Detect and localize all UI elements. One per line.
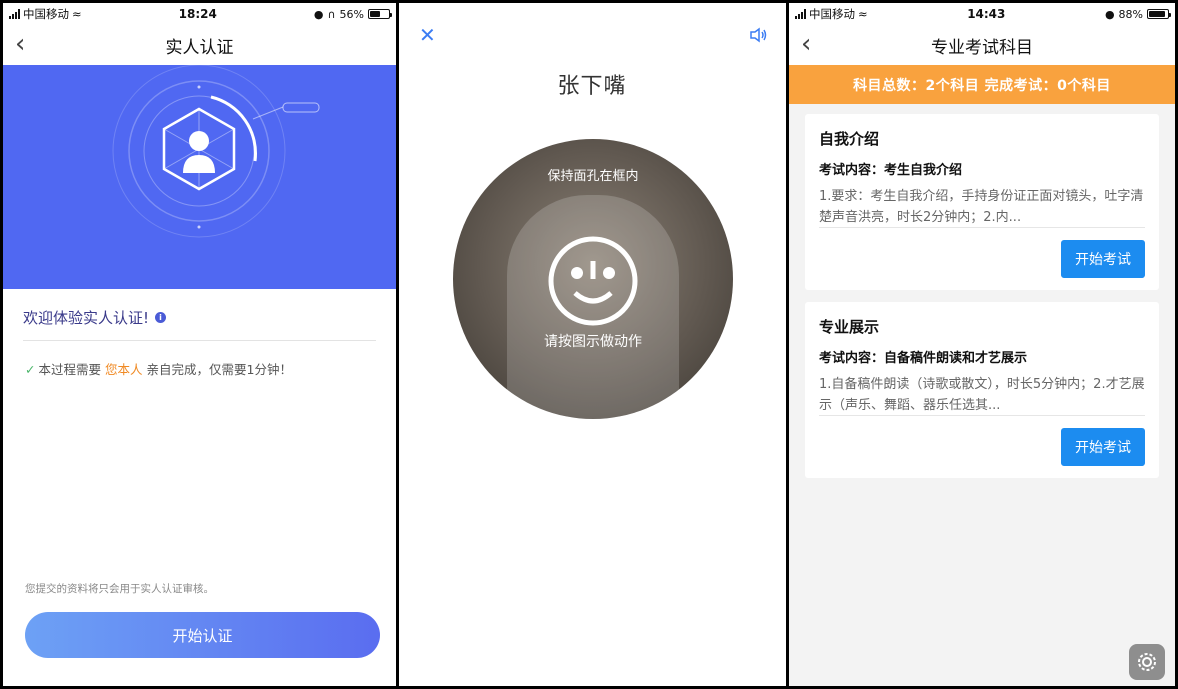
hint-keep-face: 保持面孔在框内 [547,169,639,184]
wifi-icon: ≈ [858,7,868,21]
hero-banner [3,65,396,289]
start-auth-button[interactable]: 开始认证 [25,612,380,658]
battery-percent: 56% [339,7,364,21]
notice-text-pre: 本过程需要 [38,362,101,377]
wifi-icon: ≈ [72,7,82,21]
exam-card-title: 自我介绍 [819,130,880,148]
carrier-label: 中国移动 [23,7,69,21]
settings-gear-icon[interactable] [1129,644,1165,680]
check-icon: ✓ [25,362,36,377]
back-chevron-icon[interactable]: ‹ [15,31,25,57]
exam-card: 自我介绍 考试内容：考生自我介绍 1.要求：考生自我介绍，手持身份证正面对镜头，… [805,114,1159,290]
notice-highlight: 您本人 [104,362,143,377]
signal-icon [9,9,20,19]
privacy-note: 您提交的资料将只会用于实人认证审核。 [25,583,214,595]
back-chevron-icon[interactable]: ‹ [801,31,811,57]
exam-card: 专业展示 考试内容：自备稿件朗读和才艺展示 1.自备稿件朗读（诗歌或散文），时长… [805,302,1159,478]
alarm-icon: ● [313,7,324,21]
close-icon[interactable]: ✕ [419,25,436,45]
panel-divider [786,0,789,689]
alarm-icon: ● [1104,7,1115,21]
exam-card-content: 考试内容：自备稿件朗读和才艺展示 [819,351,1028,366]
nav-bar: ‹ 专业考试科目 [789,25,1175,65]
welcome-text: 欢迎体验实人认证! [23,309,150,327]
exam-card-content: 考试内容：考生自我介绍 [819,163,963,178]
camera-viewfinder: 保持面孔在框内 请按图示做动作 [453,139,733,419]
hint-follow-action: 请按图示做动作 [544,334,642,350]
start-exam-button[interactable]: 开始考试 [1061,240,1145,278]
panel-face-liveness: ✕ 张下嘴 保持面孔在框内 请按图示做动作 [399,3,785,686]
exam-card-description: 1.要求：考生自我介绍，手持身份证正面对镜头，吐字清楚声音洪亮，时长2分钟内；2… [819,186,1145,228]
smile-face-icon [548,236,638,326]
battery-icon [1147,9,1171,19]
carrier-label: 中国移动 [809,7,855,21]
process-notice: ✓ 本过程需要 您本人 亲自完成，仅需要1分钟！ [25,359,374,378]
battery-percent: 88% [1118,7,1143,21]
exam-summary-bar: 科目总数：2个科目 完成考试：0个科目 [789,65,1175,104]
exam-card-title: 专业展示 [819,318,880,336]
headphones-icon: ∩ [327,7,336,21]
face-scan-illustration [112,65,320,238]
start-exam-button[interactable]: 开始考试 [1061,428,1145,466]
nav-bar: ‹ 实人认证 [3,25,396,65]
welcome-heading: 欢迎体验实人认证! i [23,289,376,341]
action-instruction-title: 张下嘴 [557,74,627,99]
info-icon[interactable]: i [155,312,167,323]
battery-icon [368,9,392,19]
exam-card-description: 1.自备稿件朗读（诗歌或散文），时长5分钟内；2.才艺展示（声乐、舞蹈、器乐任选… [819,374,1145,416]
notice-text-post: 亲自完成，仅需要1分钟！ [146,362,292,377]
signal-icon [795,9,806,19]
panel-exam-subjects: 中国移动 ≈ 14:43 ● 88% ‹ 专业考试科目 科目总数：2个科目 完成… [789,3,1175,686]
status-time: 14:43 [967,7,1006,21]
panel-real-person-auth: 中国移动 ≈ 18:24 ● ∩ 56% ‹ 实人认证 欢迎体验实人认证! i … [3,3,396,686]
panel-divider [396,0,399,689]
speaker-icon[interactable] [749,27,767,47]
page-title: 专业考试科目 [931,37,1033,58]
page-title: 实人认证 [165,37,234,58]
status-time: 18:24 [178,7,217,21]
status-bar: 中国移动 ≈ 14:43 ● 88% [789,3,1175,25]
status-bar: 中国移动 ≈ 18:24 ● ∩ 56% [3,3,396,25]
